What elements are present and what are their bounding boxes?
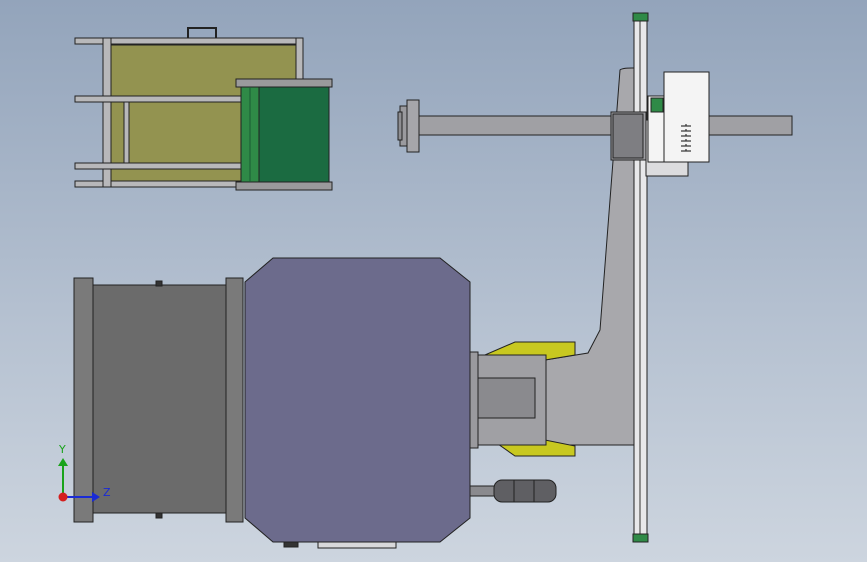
rail-cap-top — [632, 12, 649, 22]
rail-cap-bottom — [632, 533, 649, 543]
cylinder-body — [493, 479, 557, 503]
motor-octagon — [244, 257, 471, 543]
cylinder-actuator[interactable] — [469, 479, 557, 503]
handle-icon — [187, 27, 217, 38]
belt-rail-top — [235, 78, 333, 88]
frame-bar-mid — [74, 95, 246, 103]
belt-body — [258, 86, 330, 183]
belt-module[interactable] — [235, 78, 333, 191]
triad-y-label: Y — [59, 443, 66, 456]
housing-flange-right — [225, 277, 244, 523]
belt-rail-bottom — [235, 181, 333, 191]
shaft-end-hub — [406, 99, 420, 153]
column-support[interactable] — [544, 12, 649, 543]
cabinet-body — [663, 71, 710, 163]
horizontal-shaft[interactable] — [397, 99, 793, 153]
origin-icon — [58, 492, 68, 502]
shaft-bar — [417, 115, 793, 136]
cad-viewport[interactable]: Y Z — [0, 0, 867, 562]
housing-drum — [92, 284, 227, 514]
housing-flange-left — [73, 277, 94, 523]
control-cabinet[interactable] — [645, 71, 710, 177]
assembly-drawing — [58, 12, 793, 549]
motor-body[interactable] — [244, 257, 471, 549]
main-housing[interactable] — [73, 277, 244, 523]
frame-post-inner — [123, 101, 130, 164]
status-light — [650, 97, 664, 113]
piston-rod — [469, 485, 497, 497]
motor-foot — [317, 541, 397, 549]
triad-z-label: Z — [103, 486, 111, 499]
frame-bar-low — [74, 162, 246, 170]
